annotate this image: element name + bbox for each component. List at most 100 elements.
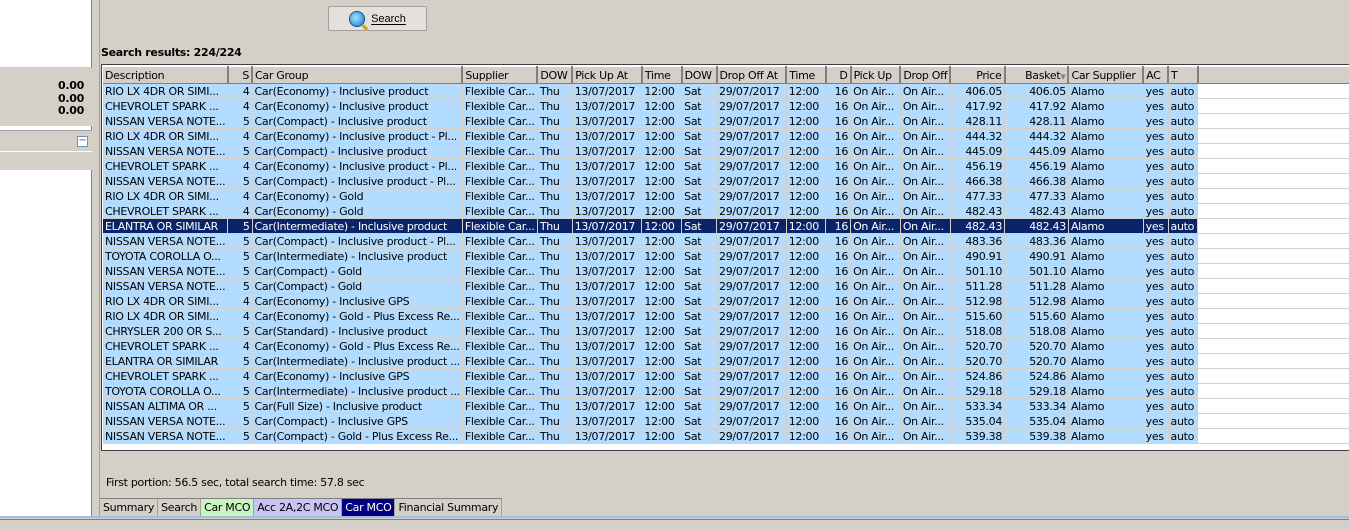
tab-summary[interactable]: Summary	[100, 499, 159, 517]
cell-description: RIO LX 4DR OR SIMI...	[103, 188, 229, 204]
cell-description: TOYOTA COROLLA O...	[103, 383, 229, 399]
cell-dow: Sat	[681, 338, 718, 354]
cell-car-group: Car(Economy) - Inclusive GPS	[252, 368, 463, 384]
cell-price: 535.04	[950, 413, 1006, 429]
cell-s: 5	[227, 413, 253, 429]
cell-price: 466.38	[950, 173, 1006, 189]
cell-d: 16	[825, 383, 852, 399]
cell-dow: Sat	[681, 398, 718, 414]
table-row[interactable]: RIO LX 4DR OR SIMI... 4 Car(Economy) - Gol…	[103, 188, 1349, 204]
column-header-ac[interactable]: AC	[1143, 66, 1170, 84]
table-row[interactable]: NISSAN VERSA NOTE... 5 Car(Compact) - Incl…	[103, 113, 1349, 129]
table-row[interactable]: CHEVROLET SPARK ... 4 Car(Economy) - Gold F…	[103, 203, 1349, 219]
cell-dow: Sat	[681, 173, 718, 189]
column-header-t[interactable]: T	[1168, 66, 1199, 84]
cell-price: 406.05	[950, 83, 1006, 99]
table-row[interactable]: CHEVROLET SPARK ... 4 Car(Economy) - Gold …	[103, 338, 1349, 354]
column-header-time[interactable]: Time	[641, 66, 683, 84]
table-row[interactable]: NISSAN VERSA NOTE... 5 Car(Compact) - Incl…	[103, 143, 1349, 159]
cell-s: 5	[227, 263, 253, 279]
row-filler	[1197, 128, 1349, 144]
cell-car-group: Car(Compact) - Inclusive product - Pl...	[252, 173, 463, 189]
cell-time: 12:00	[641, 323, 683, 339]
search-globe-icon	[349, 10, 366, 27]
table-row[interactable]: CHRYSLER 200 OR S... 5 Car(Standard) - Inc…	[103, 323, 1349, 339]
column-header-supplier[interactable]: Supplier	[462, 66, 539, 84]
cell-s: 5	[227, 248, 253, 264]
search-button[interactable]: Search	[328, 6, 427, 31]
cell-d: 16	[825, 173, 852, 189]
table-row[interactable]: ELANTRA OR SIMILAR 5 Car(Intermediate) - I…	[103, 353, 1349, 369]
cell-d: 16	[825, 98, 852, 114]
cell-s: 5	[227, 278, 253, 294]
column-header-time[interactable]: Time	[786, 66, 827, 84]
cell-s: 4	[227, 203, 253, 219]
cell-time: 12:00	[786, 383, 827, 399]
results-grid[interactable]: Description S Car Group Supplier DOW Pick Up …	[101, 64, 1349, 451]
section-bar	[0, 152, 92, 170]
cell-t: auto	[1168, 413, 1199, 429]
table-row[interactable]: NISSAN ALTIMA OR ... 5 Car(Full Size) - In…	[103, 398, 1349, 414]
table-row[interactable]: TOYOTA COROLLA O... 5 Car(Intermediate) - …	[103, 248, 1349, 264]
column-header-pick-up[interactable]: Pick Up	[850, 66, 902, 84]
tab-car-mco[interactable]: Car MCO	[201, 499, 255, 517]
table-row[interactable]: CHEVROLET SPARK ... 4 Car(Economy) - Inclu…	[103, 98, 1349, 114]
cell-basket: 482.43	[1004, 203, 1069, 219]
cell-car-group: Car(Compact) - Gold	[252, 263, 463, 279]
tab-financial-summary[interactable]: Financial Summary	[395, 499, 503, 517]
table-row[interactable]: NISSAN VERSA NOTE... 5 Car(Compact) - Gold…	[103, 428, 1349, 444]
column-header-description[interactable]: Description	[103, 66, 229, 84]
cell-s: 4	[227, 368, 253, 384]
table-row[interactable]: NISSAN VERSA NOTE... 5 Car(Compact) - Gold…	[103, 263, 1349, 279]
column-header-car-supplier[interactable]: Car Supplier	[1068, 66, 1145, 84]
cell-pick-up: On Air...	[850, 188, 901, 204]
column-header-drop-off-at[interactable]: Drop Off At	[716, 66, 788, 84]
column-header-drop-off[interactable]: Drop Off	[900, 66, 952, 84]
cell-supplier: Flexible Car...	[462, 143, 538, 159]
column-header-d[interactable]: D	[825, 66, 852, 84]
cell-pick-up: On Air...	[850, 98, 901, 114]
column-header-basket[interactable]: Basket▼	[1004, 66, 1070, 84]
cell-supplier: Flexible Car...	[462, 368, 538, 384]
column-header-dow[interactable]: DOW	[681, 66, 718, 84]
table-row[interactable]: NISSAN VERSA NOTE... 5 Car(Compact) - Gold…	[103, 278, 1349, 294]
table-row[interactable]: CHEVROLET SPARK ... 4 Car(Economy) - Inclu…	[103, 158, 1349, 174]
table-row[interactable]: RIO LX 4DR OR SIMI... 4 Car(Economy) - Inc…	[103, 83, 1349, 99]
cell-d: 16	[825, 203, 852, 219]
cell-time: 12:00	[641, 233, 683, 249]
collapse-icon[interactable]: −	[77, 136, 88, 147]
tab-car-mco[interactable]: Car MCO	[342, 499, 396, 517]
tab-acc-2a-2c-mco[interactable]: Acc 2A,2C MCO	[254, 499, 343, 517]
panel-splitter[interactable]	[92, 0, 100, 518]
table-row[interactable]: RIO LX 4DR OR SIMI... 4 Car(Economy) - Gol…	[103, 308, 1349, 324]
cell-car-supplier: Alamo	[1068, 263, 1144, 279]
table-row[interactable]: CHEVROLET SPARK ... 4 Car(Economy) - Inclu…	[103, 368, 1349, 384]
table-row[interactable]: NISSAN VERSA NOTE... 5 Car(Compact) - Incl…	[103, 233, 1349, 249]
column-header-price[interactable]: Price	[950, 66, 1006, 84]
cell-t: auto	[1168, 323, 1199, 339]
column-header-s[interactable]: S	[227, 66, 254, 84]
table-row[interactable]: RIO LX 4DR OR SIMI... 4 Car(Economy) - Inc…	[103, 128, 1349, 144]
table-row[interactable]: NISSAN VERSA NOTE... 5 Car(Compact) - Incl…	[103, 413, 1349, 429]
cell-ac: yes	[1143, 218, 1169, 234]
tab-search[interactable]: Search	[158, 499, 202, 517]
cell-description: NISSAN VERSA NOTE...	[103, 263, 229, 279]
cell-drop-off: On Air...	[900, 98, 951, 114]
cell-drop-off: On Air...	[900, 233, 951, 249]
table-row[interactable]: ELANTRA OR SIMILAR 5 Car(Intermediate) - I…	[103, 218, 1349, 234]
column-header-car-group[interactable]: Car Group	[252, 66, 464, 84]
table-row[interactable]: RIO LX 4DR OR SIMI... 4 Car(Economy) - Inc…	[103, 293, 1349, 309]
cell-d: 16	[825, 323, 852, 339]
table-row[interactable]: TOYOTA COROLLA O... 5 Car(Intermediate) - …	[103, 383, 1349, 399]
cell-description: TOYOTA COROLLA O...	[103, 248, 229, 264]
column-header-dow[interactable]: DOW	[537, 66, 574, 84]
table-row[interactable]: NISSAN VERSA NOTE... 5 Car(Compact) - Incl…	[103, 173, 1349, 189]
cell-t: auto	[1168, 158, 1199, 174]
cell-supplier: Flexible Car...	[462, 248, 538, 264]
column-header-pick-up-at[interactable]: Pick Up At	[572, 66, 643, 84]
cell-time: 12:00	[641, 383, 683, 399]
cell-supplier: Flexible Car...	[462, 173, 538, 189]
cell-d: 16	[825, 338, 852, 354]
cell-description: RIO LX 4DR OR SIMI...	[103, 308, 229, 324]
cell-drop-off-at: 29/07/2017	[716, 308, 787, 324]
